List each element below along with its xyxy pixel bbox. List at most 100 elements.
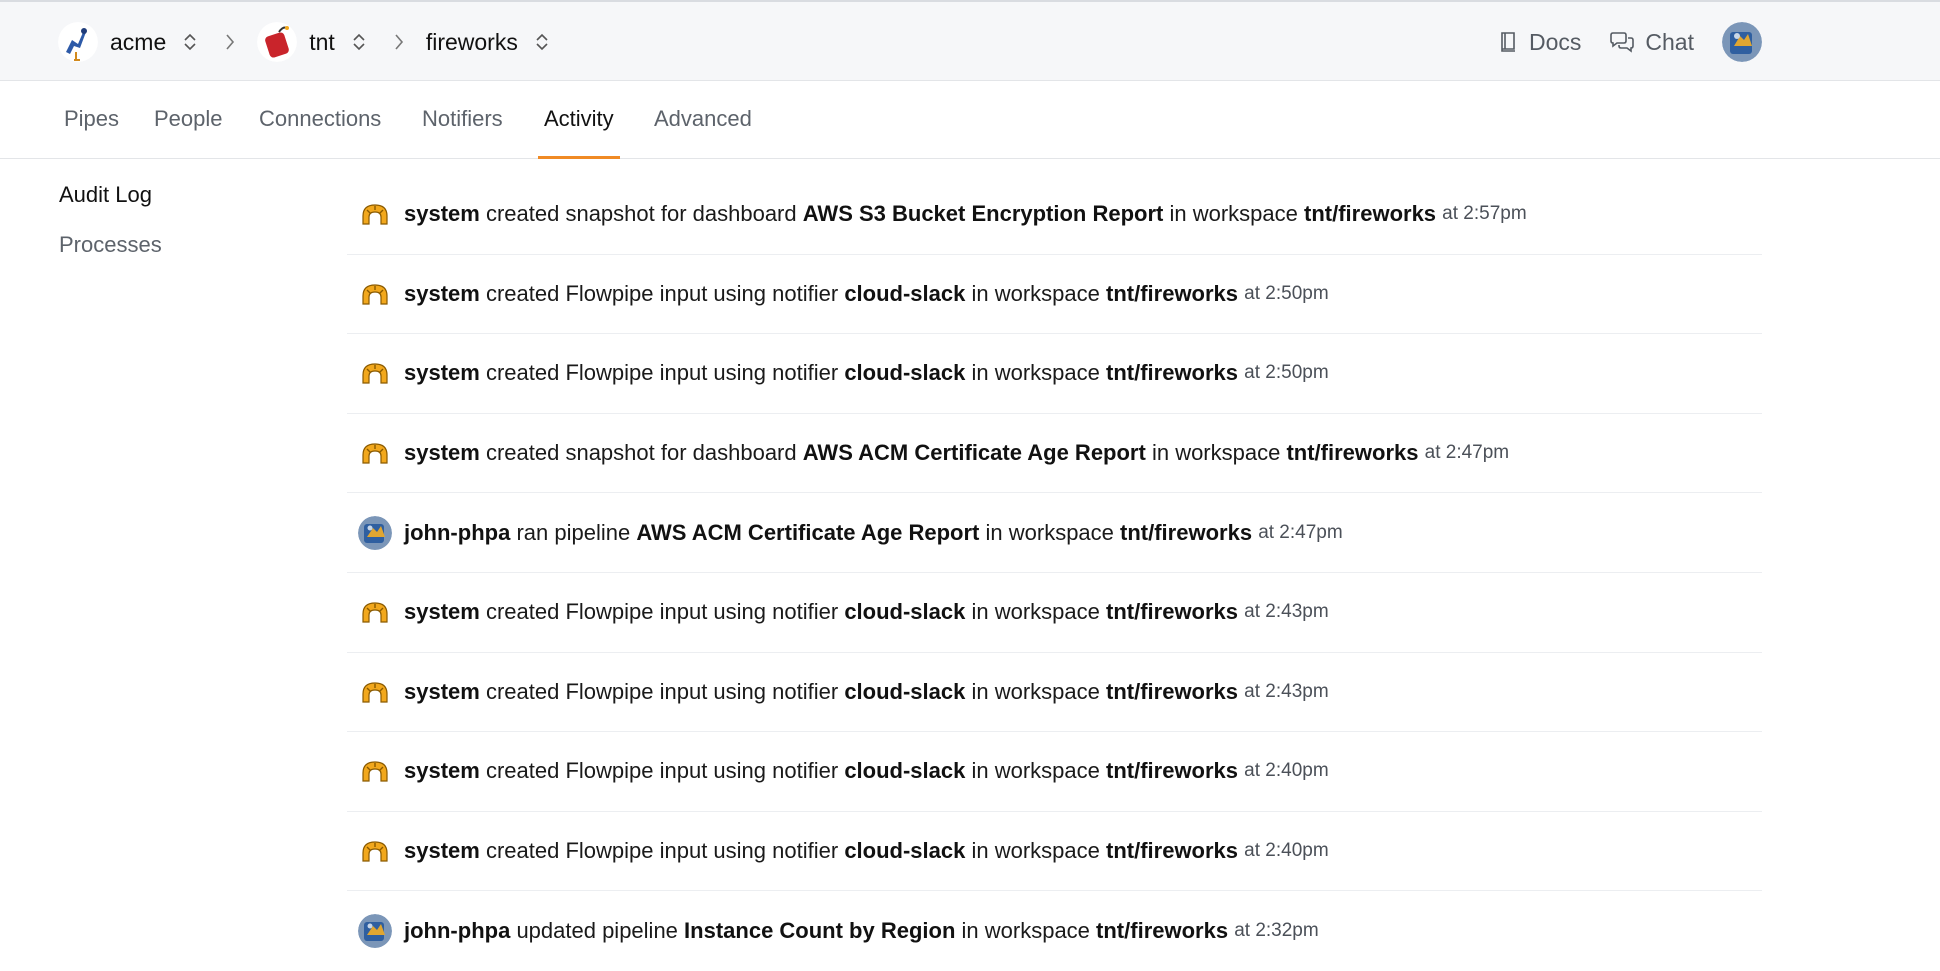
activity-row: system created snapshot for dashboard AW… bbox=[347, 175, 1762, 255]
breadcrumb-org[interactable]: acme bbox=[58, 22, 199, 62]
tab-notifiers[interactable]: Notifiers bbox=[416, 81, 509, 159]
switch-org-icon[interactable] bbox=[181, 31, 199, 53]
action-text: created Flowpipe input using notifier bbox=[485, 758, 839, 784]
breadcrumb-label: tnt bbox=[309, 28, 335, 55]
actor-name[interactable]: system bbox=[404, 599, 480, 625]
tab-advanced[interactable]: Advanced bbox=[648, 81, 758, 159]
org-avatar-icon bbox=[58, 22, 98, 62]
tab-label: Activity bbox=[544, 106, 614, 131]
activity-feed: system created snapshot for dashboard AW… bbox=[347, 175, 1762, 971]
user-avatar bbox=[358, 914, 392, 949]
workspace-prefix: in workspace bbox=[971, 838, 1100, 864]
actor-name[interactable]: john-phpa bbox=[404, 520, 510, 546]
breadcrumb-label: acme bbox=[110, 28, 167, 55]
system-icon bbox=[358, 754, 392, 788]
chat-icon bbox=[1610, 32, 1635, 53]
action-text: ran pipeline bbox=[516, 519, 631, 545]
timestamp: at 2:43pm bbox=[1244, 601, 1329, 623]
action-text: created Flowpipe input using notifier bbox=[485, 280, 839, 306]
workspace-prefix: in workspace bbox=[1151, 440, 1281, 466]
target-name[interactable]: cloud-slack bbox=[844, 281, 965, 307]
workspace-name[interactable]: tnt/fireworks bbox=[1096, 918, 1228, 944]
chat-label: Chat bbox=[1645, 28, 1694, 55]
system-icon bbox=[358, 436, 392, 470]
workspace-name[interactable]: tnt/fireworks bbox=[1106, 679, 1238, 705]
workspace-name[interactable]: tnt/fireworks bbox=[1106, 360, 1238, 386]
tab-label: Connections bbox=[259, 106, 382, 131]
breadcrumb-workspace[interactable]: fireworks bbox=[426, 29, 551, 56]
workspace-name[interactable]: tnt/fireworks bbox=[1304, 201, 1436, 227]
target-name[interactable]: cloud-slack bbox=[844, 838, 965, 864]
action-text: updated pipeline bbox=[516, 918, 678, 944]
workspace-prefix: in workspace bbox=[971, 758, 1100, 784]
actor-name[interactable]: system bbox=[404, 838, 480, 864]
workspace-prefix: in workspace bbox=[985, 519, 1114, 545]
user-menu-avatar[interactable] bbox=[1722, 22, 1762, 62]
activity-row: system created Flowpipe input using noti… bbox=[347, 812, 1762, 892]
chevron-right-icon bbox=[223, 31, 237, 53]
timestamp: at 2:32pm bbox=[1234, 920, 1319, 942]
workspace-tabs: Pipes People Connections Notifiers Activ… bbox=[0, 81, 1940, 159]
timestamp: at 2:50pm bbox=[1244, 282, 1329, 304]
docs-link[interactable]: Docs bbox=[1499, 29, 1581, 56]
workspace-prefix: in workspace bbox=[971, 599, 1100, 625]
target-name[interactable]: Instance Count by Region bbox=[684, 918, 955, 944]
target-name[interactable]: AWS ACM Certificate Age Report bbox=[636, 520, 979, 546]
tab-people[interactable]: People bbox=[148, 81, 229, 159]
activity-row: system created Flowpipe input using noti… bbox=[347, 255, 1762, 335]
timestamp: at 2:50pm bbox=[1244, 362, 1329, 384]
tab-label: Advanced bbox=[654, 106, 752, 131]
switch-workspace-icon[interactable] bbox=[533, 31, 551, 53]
workspace-prefix: in workspace bbox=[971, 678, 1100, 704]
tab-label: Pipes bbox=[64, 106, 120, 131]
workspace-prefix: in workspace bbox=[1169, 201, 1298, 227]
tab-activity[interactable]: Activity bbox=[538, 81, 620, 159]
chat-link[interactable]: Chat bbox=[1609, 29, 1694, 56]
system-icon bbox=[358, 834, 392, 868]
action-text: created Flowpipe input using notifier bbox=[485, 599, 839, 625]
book-icon bbox=[1501, 32, 1515, 52]
docs-label: Docs bbox=[1529, 28, 1582, 55]
workspace-name[interactable]: tnt/fireworks bbox=[1106, 838, 1238, 864]
tab-pipes[interactable]: Pipes bbox=[58, 81, 125, 159]
actor-name[interactable]: system bbox=[404, 360, 480, 386]
activity-row: john-phpa updated pipeline Instance Coun… bbox=[347, 891, 1762, 971]
actor-name[interactable]: system bbox=[404, 440, 480, 466]
system-icon bbox=[358, 197, 392, 231]
tnt-avatar-icon bbox=[257, 22, 298, 62]
target-name[interactable]: cloud-slack bbox=[844, 679, 965, 705]
workspace-prefix: in workspace bbox=[971, 280, 1100, 306]
header-actions: Docs Chat bbox=[1471, 22, 1762, 62]
target-name[interactable]: AWS ACM Certificate Age Report bbox=[803, 440, 1146, 466]
workspace-name[interactable]: tnt/fireworks bbox=[1106, 599, 1238, 625]
workspace-name[interactable]: tnt/fireworks bbox=[1106, 758, 1238, 784]
system-icon bbox=[358, 277, 392, 311]
breadcrumb: acme tnt fireworks bbox=[58, 20, 551, 64]
action-text: created Flowpipe input using notifier bbox=[485, 838, 839, 864]
tab-label: Notifiers bbox=[422, 106, 503, 131]
action-text: created snapshot for dashboard bbox=[485, 440, 797, 466]
target-name[interactable]: AWS S3 Bucket Encryption Report bbox=[803, 201, 1164, 227]
sidebar-item-audit-log[interactable]: Audit Log bbox=[59, 180, 162, 230]
activity-sidebar: Audit Log Processes bbox=[59, 180, 162, 280]
tab-connections[interactable]: Connections bbox=[253, 81, 387, 159]
workspace-name[interactable]: tnt/fireworks bbox=[1106, 281, 1238, 307]
sidebar-item-processes[interactable]: Processes bbox=[59, 230, 162, 280]
actor-name[interactable]: system bbox=[404, 281, 480, 307]
actor-name[interactable]: john-phpa bbox=[404, 918, 510, 944]
target-name[interactable]: cloud-slack bbox=[844, 360, 965, 386]
breadcrumb-identity[interactable]: tnt bbox=[257, 22, 368, 62]
target-name[interactable]: cloud-slack bbox=[844, 599, 965, 625]
actor-name[interactable]: system bbox=[404, 679, 480, 705]
switch-identity-icon[interactable] bbox=[350, 31, 368, 53]
workspace-name[interactable]: tnt/fireworks bbox=[1120, 520, 1252, 546]
workspace-name[interactable]: tnt/fireworks bbox=[1286, 440, 1418, 466]
actor-name[interactable]: system bbox=[404, 758, 480, 784]
timestamp: at 2:57pm bbox=[1442, 203, 1527, 225]
top-bar: acme tnt fireworks Docs Chat bbox=[0, 0, 1940, 81]
workspace-prefix: in workspace bbox=[971, 360, 1100, 386]
tab-label: People bbox=[154, 106, 223, 131]
actor-name[interactable]: system bbox=[404, 201, 480, 227]
target-name[interactable]: cloud-slack bbox=[844, 758, 965, 784]
activity-row: system created Flowpipe input using noti… bbox=[347, 334, 1762, 414]
